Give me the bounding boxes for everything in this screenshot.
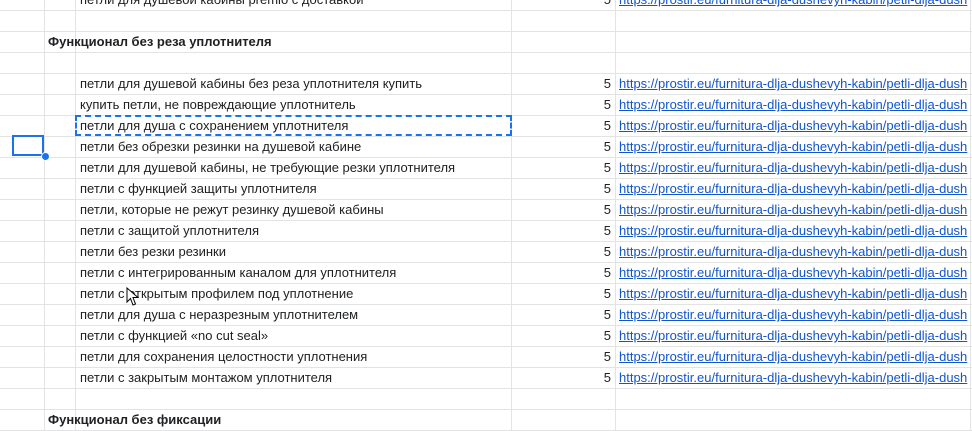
section-title: Функционал без фиксации (48, 412, 222, 427)
keyword-cell[interactable]: петли для душевой кабины premio с достав… (80, 0, 510, 10)
count-cell[interactable]: 5 (515, 367, 613, 388)
keyword-cell[interactable]: петли с открытым профилем под уплотнение (80, 283, 510, 304)
keyword-cell[interactable]: петли для душевой кабины, не требующие р… (80, 157, 510, 178)
table-row[interactable]: петли, которые не режут резинку душевой … (0, 199, 972, 220)
keyword-cell[interactable]: петли с интегрированным каналом для упло… (80, 262, 510, 283)
count-cell[interactable]: 5 (515, 136, 613, 157)
table-row[interactable]: петли с открытым профилем под уплотнение… (0, 283, 972, 304)
url-link[interactable]: https://prostir.eu/furnitura-dlja-dushev… (619, 304, 972, 325)
keyword-cell[interactable]: петли с функцией «no cut seal» (80, 325, 510, 346)
table-row[interactable]: петли с интегрированным каналом для упло… (0, 262, 972, 283)
keyword-cell[interactable]: петли для душевой кабины без реза уплотн… (80, 73, 510, 94)
count-cell[interactable]: 5 (515, 157, 613, 178)
table-row[interactable]: петли с функцией «no cut seal» 5 https://p… (0, 325, 972, 346)
keyword-cell[interactable]: петли для сохранения целостности уплотне… (80, 346, 510, 367)
keyword-cell[interactable]: петли без резки резинки (80, 241, 510, 262)
table-row[interactable]: петли без обрезки резинки на душевой каб… (0, 136, 972, 157)
url-link[interactable]: https://prostir.eu/furnitura-dlja-dushev… (619, 136, 972, 157)
count-cell[interactable]: 5 (515, 115, 613, 136)
copy-selection-marquee (75, 115, 512, 136)
table-row[interactable]: петли для душа с неразрезным уплотнителе… (0, 304, 972, 325)
section-header-row[interactable]: Функционал без фиксации (0, 409, 972, 430)
section-title: Функционал без реза уплотнителя (48, 34, 272, 49)
count-cell[interactable]: 5 (515, 283, 613, 304)
url-link[interactable]: https://prostir.eu/furnitura-dlja-dushev… (619, 0, 972, 10)
keyword-cell[interactable]: петли, которые не режут резинку душевой … (80, 199, 510, 220)
url-link[interactable]: https://prostir.eu/furnitura-dlja-dushev… (619, 283, 972, 304)
keyword-cell[interactable]: петли без обрезки резинки на душевой каб… (80, 136, 510, 157)
url-link[interactable]: https://prostir.eu/furnitura-dlja-dushev… (619, 220, 972, 241)
mouse-pointer-icon (126, 287, 140, 306)
active-cell-selection[interactable] (12, 135, 44, 156)
count-cell[interactable]: 5 (515, 241, 613, 262)
url-link[interactable]: https://prostir.eu/furnitura-dlja-dushev… (619, 325, 972, 346)
count-cell[interactable]: 5 (515, 325, 613, 346)
count-cell[interactable]: 5 (515, 73, 613, 94)
url-link[interactable]: https://prostir.eu/furnitura-dlja-dushev… (619, 199, 972, 220)
table-row[interactable]: купить петли, не повреждающие уплотнител… (0, 94, 972, 115)
keyword-cell[interactable]: петли с функцией защиты уплотнителя (80, 178, 510, 199)
table-row[interactable]: петли для сохранения целостности уплотне… (0, 346, 972, 367)
row-border (0, 10, 972, 11)
count-cell[interactable]: 5 (515, 94, 613, 115)
keyword-cell[interactable]: петли для душа с неразрезным уплотнителе… (80, 304, 510, 325)
count-cell[interactable]: 5 (515, 304, 613, 325)
count-cell[interactable]: 5 (515, 199, 613, 220)
table-row[interactable]: петли без резки резинки 5 https://prostir.… (0, 241, 972, 262)
keyword-cell[interactable]: петли с закрытым монтажом уплотнителя (80, 367, 510, 388)
section-header-row[interactable]: Функционал без реза уплотнителя (0, 31, 972, 52)
table-row[interactable]: петли для душевой кабины без реза уплотн… (0, 73, 972, 94)
url-link[interactable]: https://prostir.eu/furnitura-dlja-dushev… (619, 346, 972, 367)
count-cell[interactable]: 5 (515, 0, 613, 10)
url-link[interactable]: https://prostir.eu/furnitura-dlja-dushev… (619, 367, 972, 388)
url-link[interactable]: https://prostir.eu/furnitura-dlja-dushev… (619, 262, 972, 283)
keyword-cell[interactable]: купить петли, не повреждающие уплотнител… (80, 94, 510, 115)
table-row[interactable]: петли для душевой кабины, не требующие р… (0, 157, 972, 178)
row-border (0, 52, 972, 53)
count-cell[interactable]: 5 (515, 346, 613, 367)
table-row[interactable]: петли с закрытым монтажом уплотнителя 5 ht… (0, 367, 972, 388)
fill-handle[interactable] (41, 152, 50, 161)
table-row[interactable]: петли с защитой уплотнителя 5 https://pros… (0, 220, 972, 241)
count-cell[interactable]: 5 (515, 178, 613, 199)
url-link[interactable]: https://prostir.eu/furnitura-dlja-dushev… (619, 157, 972, 178)
count-cell[interactable]: 5 (515, 220, 613, 241)
url-link[interactable]: https://prostir.eu/furnitura-dlja-dushev… (619, 73, 972, 94)
url-link[interactable]: https://prostir.eu/furnitura-dlja-dushev… (619, 94, 972, 115)
row-border (0, 388, 972, 389)
keyword-cell[interactable]: петли с защитой уплотнителя (80, 220, 510, 241)
url-link[interactable]: https://prostir.eu/furnitura-dlja-dushev… (619, 115, 972, 136)
count-cell[interactable]: 5 (515, 262, 613, 283)
table-row[interactable]: петли с функцией защиты уплотнителя 5 http… (0, 178, 972, 199)
table-row[interactable]: петли для душевой кабины premio с достав… (0, 0, 972, 10)
url-link[interactable]: https://prostir.eu/furnitura-dlja-dushev… (619, 241, 972, 262)
url-link[interactable]: https://prostir.eu/furnitura-dlja-dushev… (619, 178, 972, 199)
